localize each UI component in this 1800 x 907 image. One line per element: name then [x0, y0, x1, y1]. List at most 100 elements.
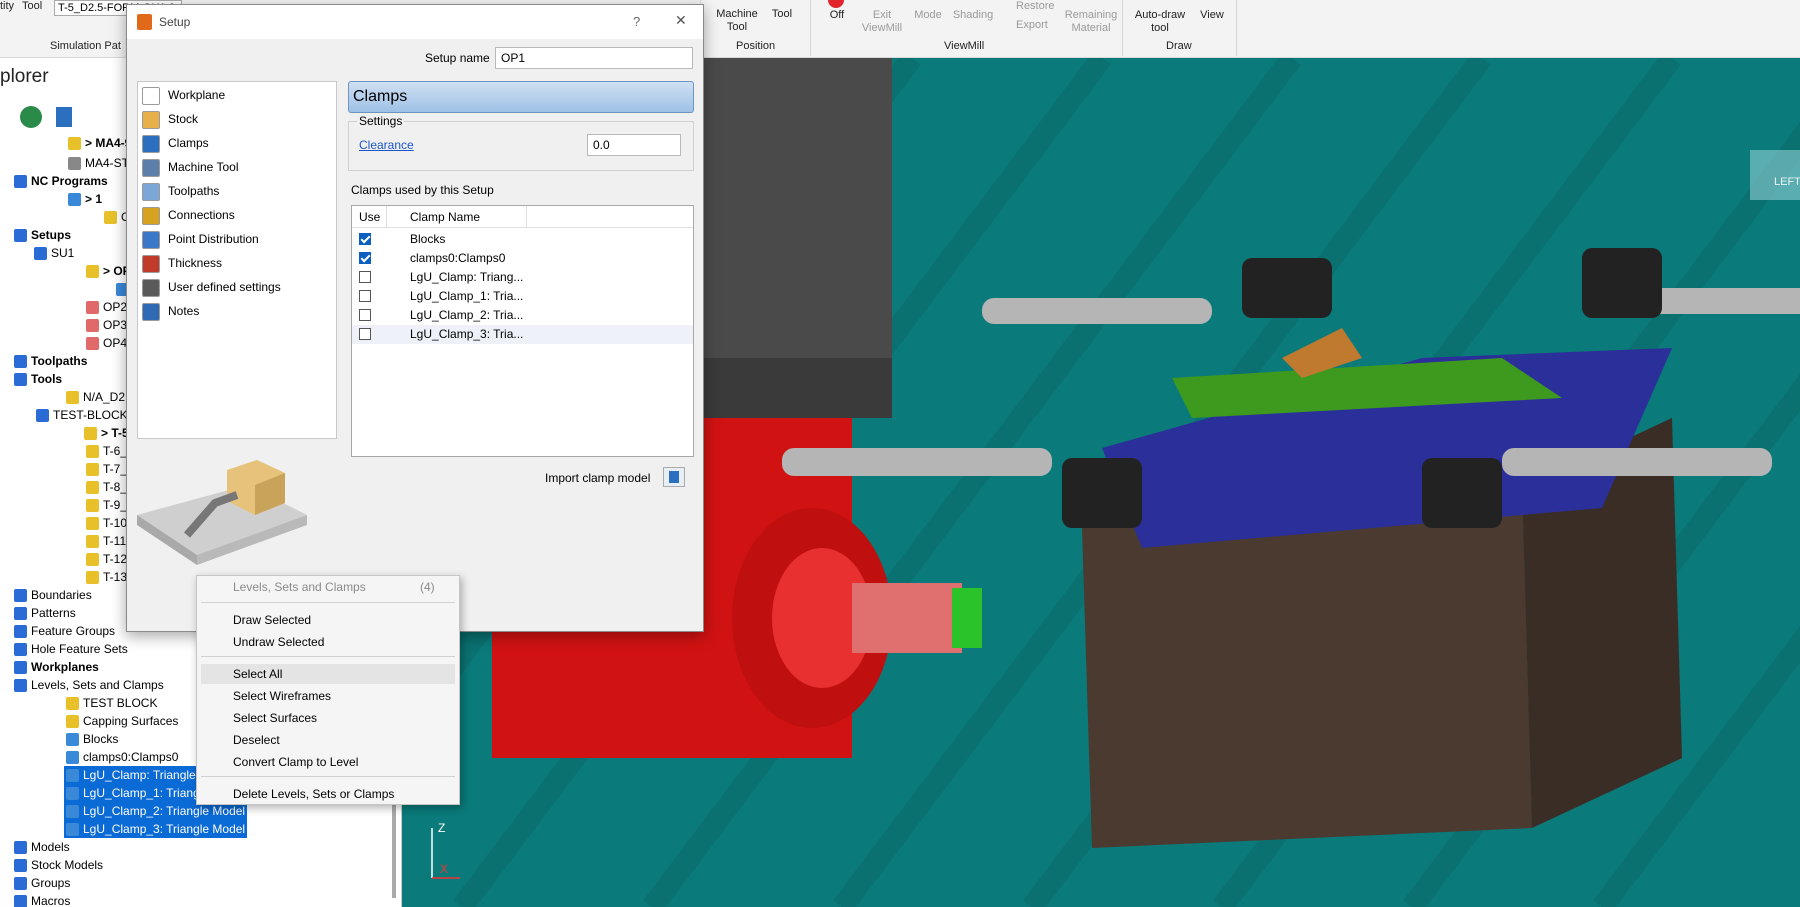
nav-item-connections[interactable]: Connections [142, 204, 235, 226]
menu-item-convert-clamp-to-level[interactable]: Convert Clamp to Level [233, 752, 358, 772]
tree-item[interactable]: Workplanes [14, 658, 99, 676]
tree-item[interactable]: SU1 [34, 244, 74, 262]
menu-item-draw-selected[interactable]: Draw Selected [233, 610, 311, 630]
nav-item-label: User defined settings [168, 280, 281, 294]
tree-item-icon [86, 337, 99, 351]
menu-item-delete-levels-sets-or-clamps[interactable]: Delete Levels, Sets or Clamps [233, 784, 394, 804]
clamp-row[interactable]: LgU_Clamp_1: Tria... [352, 287, 693, 306]
view-button[interactable]: View [1194, 0, 1230, 36]
tree-item-icon [86, 319, 99, 333]
clamp-row[interactable]: LgU_Clamp_3: Tria... [352, 325, 693, 344]
tree-item-icon [66, 823, 79, 837]
close-button[interactable]: ✕ [675, 12, 687, 29]
remaining-material-button[interactable]: Remaining Material [1064, 0, 1118, 36]
tree-item-icon [14, 895, 27, 907]
tree-item[interactable]: > 1 [68, 190, 102, 208]
clamp-use-checkbox[interactable] [359, 271, 371, 283]
tree-item[interactable]: OP3 [86, 316, 127, 334]
clamps-table-header: Use Clamp Name [352, 206, 693, 228]
tree-item[interactable]: Levels, Sets and Clamps [14, 676, 164, 694]
tree-item[interactable]: Stock Models [14, 856, 103, 874]
clamp-bar-1 [982, 298, 1212, 324]
tree-item[interactable]: Macros [14, 892, 70, 907]
tree-item[interactable]: Tools [14, 370, 62, 388]
nav-item-toolpaths[interactable]: Toolpaths [142, 180, 219, 202]
tree-item-icon [66, 751, 79, 765]
tree-item-label: Workplanes [31, 660, 99, 674]
nav-item-workplane[interactable]: Workplane [142, 84, 225, 106]
clearance-link[interactable]: Clearance [359, 138, 414, 152]
nav-item-notes[interactable]: Notes [142, 300, 199, 322]
tree-item[interactable]: Hole Feature Sets [14, 640, 128, 658]
auto-draw-tool-button[interactable]: Auto-draw tool [1130, 0, 1190, 36]
tree-item[interactable]: Toolpaths [14, 352, 87, 370]
nav-icon [142, 302, 160, 321]
tree-item[interactable]: Groups [14, 874, 70, 892]
clamp-use-checkbox[interactable] [359, 309, 371, 321]
nav-item-thickness[interactable]: Thickness [142, 252, 222, 274]
exit-viewmill-button[interactable]: Exit ViewMill [860, 0, 904, 36]
clamp-row[interactable]: Blocks [352, 230, 693, 249]
tree-item[interactable]: Models [14, 838, 70, 856]
nav-item-label: Stock [168, 112, 199, 126]
tree-item[interactable]: Boundaries [14, 586, 92, 604]
dialog-titlebar[interactable]: Setup ? ✕ [127, 5, 703, 39]
tree-item[interactable]: Patterns [14, 604, 76, 622]
nav-item-machine-tool[interactable]: Machine Tool [142, 156, 239, 178]
clearance-input[interactable]: 0.0 [587, 134, 681, 156]
shading-button[interactable]: Shading [950, 0, 996, 36]
tree-item-icon [86, 571, 99, 585]
setup-name-input[interactable]: OP1 [495, 47, 693, 69]
tree-item-icon [66, 787, 79, 801]
tree-item[interactable]: OP2 [86, 298, 127, 316]
tree-item-label: OP4 [103, 336, 128, 350]
machine-tool-button[interactable]: Machine Tool [716, 0, 758, 36]
nav-item-user-defined-settings[interactable]: User defined settings [142, 276, 281, 298]
nav-item-clamps[interactable]: Clamps [142, 132, 209, 154]
nav-item-label: Point Distribution [168, 232, 259, 246]
tree-item[interactable]: Capping Surfaces [66, 712, 178, 730]
tree-item[interactable]: LgU_Clamp_3: Triangle Model [64, 820, 248, 838]
menu-item-deselect[interactable]: Deselect [233, 730, 280, 750]
import-clamp-button[interactable] [663, 467, 685, 487]
tree-item[interactable]: Setups [14, 226, 71, 244]
menu-item-undraw-selected[interactable]: Undraw Selected [233, 632, 324, 652]
clamp-use-checkbox[interactable] [359, 233, 371, 245]
nav-icon [142, 278, 160, 297]
nav-item-stock[interactable]: Stock [142, 108, 198, 130]
simulation-path-group-label: Simulation Pat [50, 40, 121, 52]
clamp-illustration [137, 460, 307, 565]
menu-item-select-wireframes[interactable]: Select Wireframes [233, 686, 331, 706]
tree-item-icon [36, 409, 49, 423]
tity-label: tity [0, 0, 15, 12]
clamp-name: LgU_Clamp_3: Tria... [410, 327, 524, 341]
mode-button[interactable]: Mode [908, 0, 948, 36]
tree-item[interactable]: NC Programs [14, 172, 108, 190]
help-button[interactable]: ? [633, 14, 640, 29]
tree-item-icon [86, 463, 99, 477]
col-clamp-name: Clamp Name [410, 210, 481, 224]
nav-item-point-distribution[interactable]: Point Distribution [142, 228, 259, 250]
clamp-use-checkbox[interactable] [359, 328, 371, 340]
viewmill-off-button[interactable]: Off [822, 0, 852, 30]
tree-item[interactable]: Blocks [66, 730, 118, 748]
restore-button[interactable]: Restore [1016, 0, 1055, 12]
export-button[interactable]: Export [1016, 19, 1048, 31]
tree-item[interactable]: OP4 [86, 334, 127, 352]
menu-item-select-all[interactable]: Select All [201, 664, 455, 684]
tree-item[interactable]: TEST-BLOCK [36, 406, 128, 424]
view-cube [1750, 150, 1800, 200]
clamp-use-checkbox[interactable] [359, 290, 371, 302]
clamp-use-checkbox[interactable] [359, 252, 371, 264]
clamp-row[interactable]: LgU_Clamp_2: Tria... [352, 306, 693, 325]
menu-item-select-surfaces[interactable]: Select Surfaces [233, 708, 317, 728]
svg-text:Z: Z [438, 821, 445, 835]
tree-item-label: Feature Groups [31, 624, 116, 638]
tree-item[interactable]: TEST BLOCK [66, 694, 157, 712]
clamp-row[interactable]: LgU_Clamp: Triang... [352, 268, 693, 287]
tree-item[interactable]: Feature Groups [14, 622, 115, 640]
tree-item[interactable]: clamps0:Clamps0 [66, 748, 178, 766]
clamp-row[interactable]: clamps0:Clamps0 [352, 249, 693, 268]
nav-icon [142, 230, 160, 249]
tool-button[interactable]: Tool [766, 0, 798, 30]
